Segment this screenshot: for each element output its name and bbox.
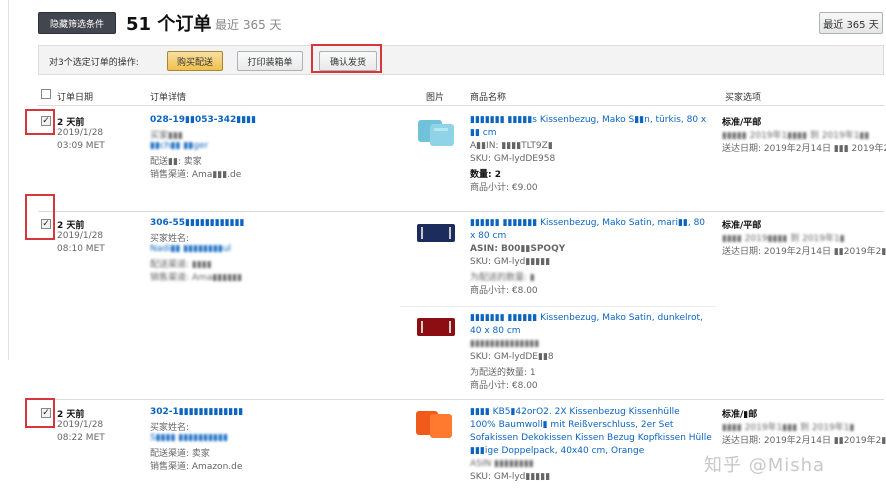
product-title-cont[interactable]: ▮▮ cm xyxy=(470,128,496,138)
buyer-label: 买家▮▮▮ xyxy=(150,131,183,141)
watermark-text: 知乎 @Misha xyxy=(704,455,826,476)
product-image-orange-pillow[interactable] xyxy=(414,408,454,440)
product-sku: SKU: GM-lydDE▮▮8 xyxy=(470,352,554,362)
header-buyer-options: 买家选项 xyxy=(725,93,762,103)
order-id-link[interactable]: 028-19▮▮053-342▮▮▮▮ xyxy=(150,115,256,125)
buyer-label: 买家姓名: xyxy=(150,234,190,244)
product-asin: A▮▮IN: ▮▮▮▮TLT9Z▮ xyxy=(470,141,553,151)
shipping-method: 标准/▮邮 xyxy=(722,410,758,420)
order-date: 2019/1/28 xyxy=(57,231,104,241)
product-title-cont[interactable]: 40 x 80 cm xyxy=(470,326,521,336)
item-divider xyxy=(400,306,716,307)
table-header: 订单日期 订单详情 图片 商品名称 买家选项 xyxy=(38,86,884,106)
product-image-navy-pillow[interactable] xyxy=(416,218,456,250)
deliver-by-date: 送达日期: 2019年2月14日 ▮▮2019年2▮ xyxy=(722,436,886,446)
product-title[interactable]: ▮▮▮▮ KB5▮42orO2. 2X Kissenbezug Kissenhü… xyxy=(470,407,680,417)
ship-by-date: ▮▮▮▮ 2019年1▮▮▮ 到 2019年1▮ xyxy=(722,423,855,433)
product-sku: SKU: GM-lyd▮▮▮▮▮ xyxy=(470,472,551,482)
product-quantity: 为配送的数量: ▮ xyxy=(470,273,535,283)
buyer-name-link[interactable]: ▮▮ch▮▮ ▮▮ger xyxy=(150,141,208,151)
buyer-name-link[interactable]: S▮▮▮▮ ▮▮▮▮▮▮▮▮▮▮ xyxy=(150,433,228,443)
product-quantity: 为配送的数量: 1 xyxy=(470,368,536,378)
order-time: 08:22 MET xyxy=(57,433,105,443)
highlight-checkbox xyxy=(25,194,55,240)
shipping-method: 标准/平邮 xyxy=(722,118,762,128)
product-title[interactable]: ▮▮▮▮▮▮▮ ▮▮▮▮▮▮ Kissenbezug, Mako Satin, … xyxy=(470,313,703,323)
sales-channel: 销售渠道: Ama▮▮▮.de xyxy=(150,170,242,180)
range-dropdown-button[interactable]: 最近 365 天 xyxy=(819,12,883,34)
order-count: 51 个订单 xyxy=(126,14,212,35)
product-asin: ASIN ▮▮▮▮▮▮▮▮ xyxy=(470,459,534,469)
product-title[interactable]: ▮▮▮▮▮▮▮ ▮▮▮▮▮s Kissenbezug, Mako S▮▮n, t… xyxy=(470,115,706,125)
product-asin: ASIN: B00▮▮SPOQY xyxy=(470,244,566,254)
print-packing-slip-button[interactable]: 打印装箱单 xyxy=(237,51,303,71)
buyer-label: 买家姓名: xyxy=(150,423,190,433)
product-subtotal: 商品小计: €8.00 xyxy=(470,286,538,296)
product-title-cont[interactable]: Sofakissen Dekokissen Kissen Bezug Kopfk… xyxy=(470,433,712,443)
product-sku: SKU: GM-lyd▮▮▮▮▮ xyxy=(470,257,551,267)
product-title[interactable]: ▮▮▮▮▮▮ ▮▮▮▮▮▮▮ Kissenbezug, Mako Satin, … xyxy=(470,218,705,228)
fulfillment-channel: 配送渠道: ▮▮▮▮ xyxy=(150,260,212,270)
bulk-action-label: 对3个选定订单的操作: xyxy=(49,58,139,68)
order-relative-date: 2 天前 xyxy=(57,118,85,128)
product-subtotal: 商品小计: €8.00 xyxy=(470,381,538,391)
deliver-by-date: 送达日期: 2019年2月14日 ▮▮2019年2▮ xyxy=(722,247,886,257)
deliver-by-date: 送达日期: 2019年2月14日 ▮▮▮ 2019年2▮ xyxy=(722,144,886,154)
highlight-confirm-shipment xyxy=(311,44,382,73)
header-order-date: 订单日期 xyxy=(57,93,94,103)
order-relative-date: 2 天前 xyxy=(57,410,85,420)
ship-by-date: ▮▮▮▮ 2019▮▮▮▮ 到 2019年1▮ xyxy=(722,234,845,244)
shipping-method: 标准/平邮 xyxy=(722,221,762,231)
left-rule xyxy=(8,0,9,360)
fulfillment-channel: 配送渠道: 卖家 xyxy=(150,449,210,459)
order-time: 03:09 MET xyxy=(57,141,105,151)
order-id-link[interactable]: 302-1▮▮▮▮▮▮▮▮▮▮▮▮▮ xyxy=(150,407,243,417)
product-sku: SKU: GM-lydDE958 xyxy=(470,154,556,164)
product-subtotal: 商品小计: €9.00 xyxy=(470,183,538,193)
row-divider xyxy=(38,399,884,400)
product-image-turquoise-pillow[interactable] xyxy=(416,116,456,148)
buyer-name-link[interactable]: Nadi▮▮ ▮▮▮▮▮▮▮▮ul xyxy=(150,244,231,254)
range-label: 最近 365 天 xyxy=(215,18,282,32)
order-time: 08:10 MET xyxy=(57,244,105,254)
header-image: 图片 xyxy=(426,93,445,103)
product-title-cont[interactable]: x 80 cm xyxy=(470,231,506,241)
product-quantity: 数量: 2 xyxy=(470,170,501,180)
buy-shipping-button[interactable]: 购买配送 xyxy=(167,51,223,71)
product-title-cont[interactable]: 100% Baumwoll▮ mit Reißverschluss, 2er S… xyxy=(470,420,673,430)
highlight-checkbox xyxy=(25,398,55,428)
header-product-name: 商品名称 xyxy=(470,93,507,103)
product-title-cont[interactable]: ▮▮▮ige Doppelpack, 40x40 cm, Orange xyxy=(470,446,644,456)
sales-channel: 销售渠道: Ama▮▮▮▮▮▮ xyxy=(150,273,243,283)
select-all-checkbox[interactable] xyxy=(41,89,51,99)
fulfillment-channel: 配送▮▮: 卖家 xyxy=(150,157,202,167)
order-date: 2019/1/28 xyxy=(57,420,104,430)
hide-filters-button[interactable]: 隐藏筛选条件 xyxy=(38,12,116,34)
sales-channel: 销售渠道: Amazon.de xyxy=(150,462,243,472)
order-id-link[interactable]: 306-55▮▮▮▮▮▮▮▮▮▮▮▮ xyxy=(150,218,244,228)
header-order-details: 订单详情 xyxy=(150,93,187,103)
product-image-darkred-pillow[interactable] xyxy=(416,312,456,344)
ship-by-date: ▮▮▮▮▮ 2019年1▮▮▮▮ 到 2019年1▮▮ xyxy=(722,131,870,141)
order-relative-date: 2 天前 xyxy=(57,221,85,231)
row-divider xyxy=(38,211,884,212)
bulk-action-bar: 对3个选定订单的操作: 购买配送 打印装箱单 确认发货 xyxy=(38,45,884,75)
order-date: 2019/1/28 xyxy=(57,128,104,138)
highlight-checkbox xyxy=(25,109,55,135)
product-asin: ▮▮▮▮▮▮▮▮▮▮▮▮▮▮ xyxy=(470,339,540,349)
